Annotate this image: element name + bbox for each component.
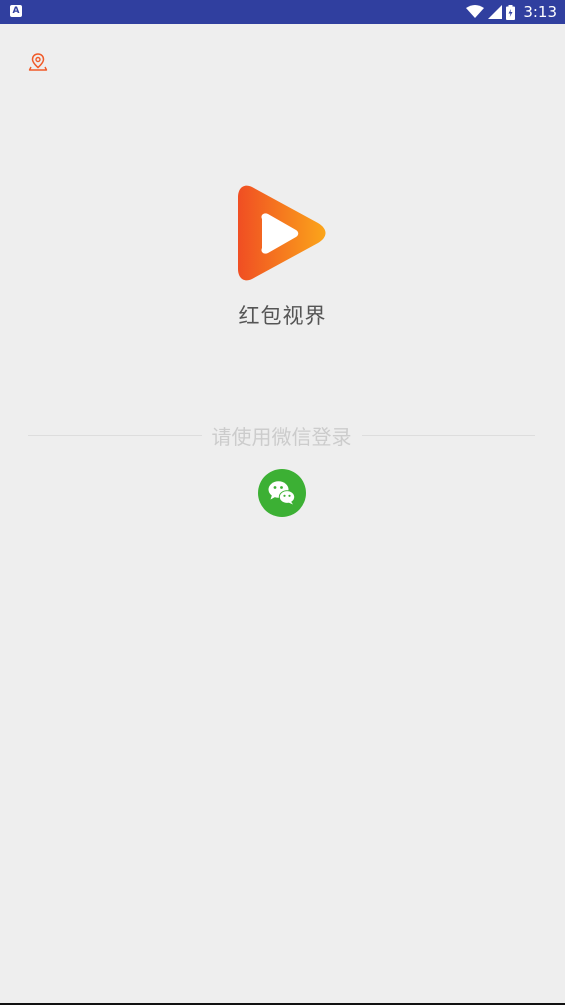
play-logo-icon <box>238 185 326 281</box>
wechat-login-button[interactable] <box>258 469 306 517</box>
notification-icon: A <box>10 5 22 17</box>
battery-icon <box>506 4 516 20</box>
divider-line-left <box>28 434 202 436</box>
app-name: 红包视界 <box>238 304 327 328</box>
divider-line-right <box>361 434 535 436</box>
login-prompt: 请使用微信登录 <box>211 424 352 449</box>
status-time: 3:13 <box>523 3 557 21</box>
login-screen: A 3:13 红包视界 请使用微信登录 <box>0 0 565 1005</box>
location-pin-icon[interactable] <box>28 52 48 72</box>
login-divider: 请使用微信登录 <box>28 420 535 450</box>
status-icons: 3:13 <box>466 0 557 24</box>
wifi-icon <box>466 5 485 19</box>
status-bar: A 3:13 <box>0 0 565 24</box>
signal-icon <box>488 5 503 19</box>
